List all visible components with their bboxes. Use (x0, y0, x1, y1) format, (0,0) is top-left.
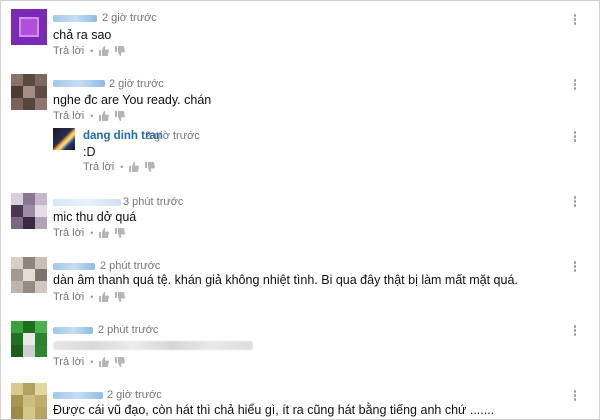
thumbs-down-icon[interactable] (115, 228, 126, 238)
vertical-dots-icon[interactable] (570, 324, 580, 338)
avatar[interactable] (11, 193, 47, 229)
vertical-dots-icon[interactable] (570, 389, 580, 403)
comment-timestamp[interactable]: 2 phút trước (98, 324, 158, 336)
reply-actions: Trả lời • (83, 161, 156, 173)
thumbs-down-icon[interactable] (115, 292, 126, 302)
comment-text: mic thu dở quá (53, 210, 137, 224)
reply-button[interactable]: Trả lời (53, 227, 84, 239)
avatar[interactable] (11, 9, 47, 45)
avatar[interactable] (11, 74, 47, 110)
avatar[interactable] (11, 383, 47, 419)
vertical-dots-icon[interactable] (570, 78, 580, 92)
thumbs-down-icon[interactable] (115, 111, 126, 121)
thumbs-up-icon[interactable] (99, 228, 110, 238)
separator-dot: • (90, 228, 94, 238)
comment-timestamp[interactable]: 2 giờ trước (109, 78, 164, 90)
author-name-blurred[interactable] (53, 327, 93, 334)
author-name-blurred[interactable] (53, 263, 95, 270)
thumbs-up-icon[interactable] (99, 357, 110, 367)
thumbs-up-icon[interactable] (129, 162, 140, 172)
separator-dot: • (90, 46, 94, 56)
comment-actions: Trả lời • (53, 356, 126, 368)
comment-text: dàn âm thanh quá tệ. khán giả không nhiệ… (53, 273, 518, 287)
vertical-dots-icon[interactable] (570, 130, 580, 144)
separator-dot: • (120, 162, 124, 172)
reply-timestamp[interactable]: 2 giờ trước (145, 130, 200, 142)
comment-actions: Trả lời • (53, 227, 126, 239)
author-name-blurred[interactable] (53, 80, 105, 87)
comment-actions: Trả lời • (53, 291, 126, 303)
comment-text: chả ra sao (53, 28, 112, 42)
comment-actions: Trả lời • (53, 110, 126, 122)
avatar[interactable] (53, 128, 75, 150)
comment-text: Được cái vũ đạo, còn hát thì chả hiểu gì… (53, 403, 495, 417)
thumbs-up-icon[interactable] (99, 292, 110, 302)
author-name-blurred[interactable] (53, 392, 103, 399)
comment-text-blurred (53, 341, 253, 350)
reply-button[interactable]: Trả lời (53, 45, 84, 57)
thumbs-down-icon[interactable] (145, 162, 156, 172)
author-name-blurred[interactable] (53, 199, 121, 206)
reply-button[interactable]: Trả lời (53, 356, 84, 368)
vertical-dots-icon[interactable] (570, 195, 580, 209)
reply-button[interactable]: Trả lời (83, 161, 114, 173)
comment-timestamp[interactable]: 2 phút trước (100, 260, 160, 272)
comment-timestamp[interactable]: 2 giờ trước (107, 389, 162, 401)
thumbs-down-icon[interactable] (115, 357, 126, 367)
vertical-dots-icon[interactable] (570, 260, 580, 274)
comments-panel: 2 giờ trước chả ra sao Trả lời • 2 giờ t… (0, 0, 600, 420)
avatar[interactable] (11, 321, 47, 357)
reply-text: :D (83, 145, 96, 159)
author-name-blurred[interactable] (53, 15, 97, 22)
comment-timestamp[interactable]: 3 phút trước (123, 196, 183, 208)
comment-actions: Trả lời • (53, 45, 126, 57)
separator-dot: • (90, 111, 94, 121)
thumbs-down-icon[interactable] (115, 46, 126, 56)
thumbs-up-icon[interactable] (99, 111, 110, 121)
thumbs-up-icon[interactable] (99, 46, 110, 56)
separator-dot: • (90, 292, 94, 302)
avatar[interactable] (11, 257, 47, 293)
separator-dot: • (90, 357, 94, 367)
vertical-dots-icon[interactable] (570, 13, 580, 27)
reply-button[interactable]: Trả lời (53, 291, 84, 303)
comment-timestamp[interactable]: 2 giờ trước (102, 12, 157, 24)
reply-button[interactable]: Trả lời (53, 110, 84, 122)
comment-text: nghe đc are You ready. chán (53, 93, 212, 107)
